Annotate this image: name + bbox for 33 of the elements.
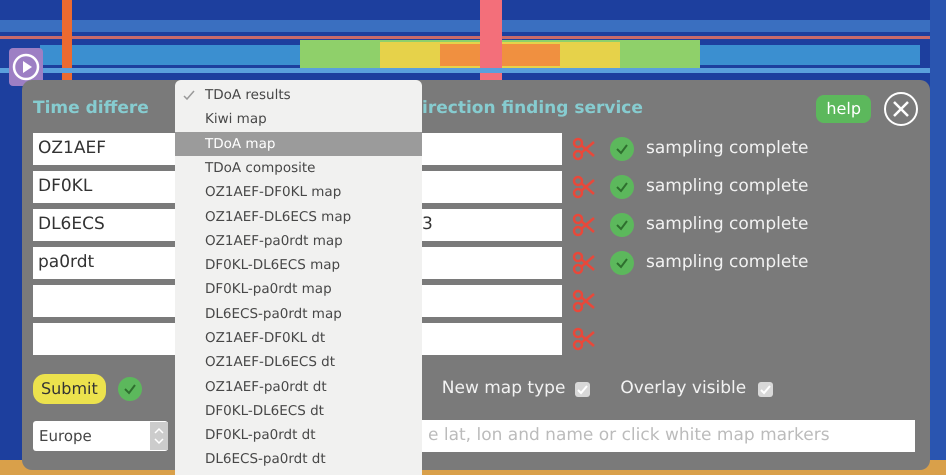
menu-item[interactable]: OZ1AEF-pa0rdt dt [175,374,422,399]
checkbox[interactable] [758,382,774,396]
menu-item[interactable]: OZ1AEF-DF0KL map [175,180,422,204]
menu-item[interactable]: OZ1AEF-DL6ECS map [175,204,422,229]
scissors-icon[interactable] [572,137,596,161]
menu-item[interactable]: Kiwi map [175,107,422,132]
submit-button[interactable]: Submit [33,374,106,404]
check-icon [183,89,195,102]
menu-item[interactable]: DF0KL-pa0rdt map [175,277,422,302]
panel-title: irection finding service [422,97,643,120]
menu-item[interactable]: OZ1AEF-DL6ECS dt [175,350,422,375]
menu-item[interactable]: OZ1AEF-DF0KL dt [175,326,422,350]
status-text: sampling complete [646,137,808,160]
menu-item[interactable]: DF0KL-DL6ECS map [175,253,422,278]
status-text: sampling complete [646,175,808,198]
close-icon[interactable] [883,91,919,127]
panel-title: Time differe [33,98,149,118]
menu-item[interactable]: DL6ECS-pa0rdt map [175,302,422,326]
option-label: New map type [442,377,566,400]
status-text: sampling complete [646,251,808,274]
scissors-icon[interactable] [572,213,596,237]
menu-item[interactable]: OZ1AEF-pa0rdt map [175,228,422,254]
scissors-icon[interactable] [572,289,596,313]
menu-item[interactable]: TDoA results [175,83,422,108]
scissors-icon[interactable] [572,251,596,275]
scissors-icon[interactable] [572,327,596,351]
scissors-icon[interactable] [572,175,596,199]
spinner-icon[interactable] [150,422,168,450]
play-button[interactable] [9,48,43,86]
option-label: Overlay visible [620,377,746,400]
status-text: sampling complete [646,213,808,236]
checkbox[interactable] [575,382,590,396]
region-select[interactable]: Europe [33,421,168,451]
